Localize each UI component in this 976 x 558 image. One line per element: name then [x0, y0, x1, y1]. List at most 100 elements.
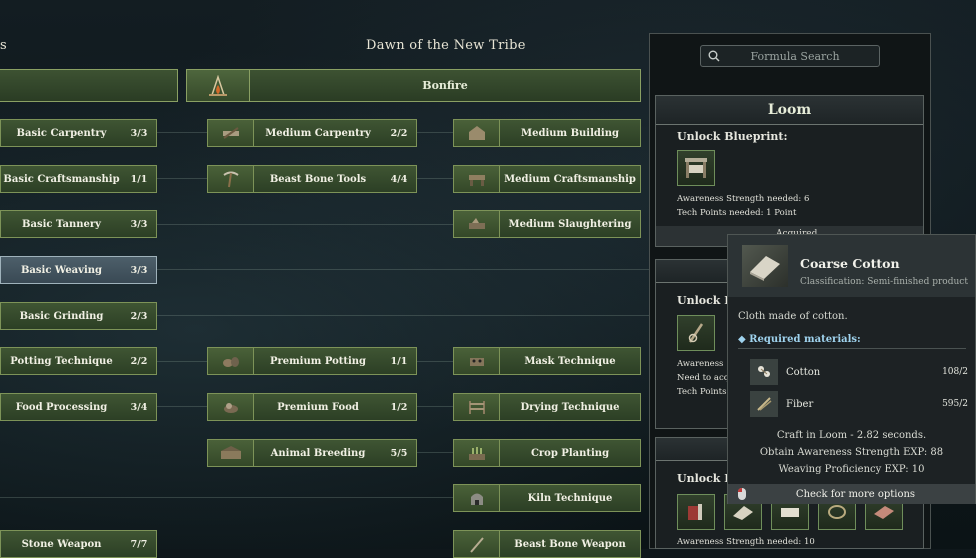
item-tooltip: Coarse Cotton Classification: Semi-finis…: [727, 234, 976, 504]
tech-node-count: 4/4: [390, 173, 408, 185]
loom-icon[interactable]: [677, 150, 715, 186]
tooltip-item-name: Coarse Cotton: [800, 256, 900, 271]
required-materials-label: Required materials:: [749, 334, 861, 345]
era-title-left-fragment: s: [0, 38, 7, 53]
tech-node-label: Premium Food: [277, 401, 359, 413]
tech-node-label: Medium Craftsmanship: [504, 173, 636, 185]
search-placeholder: Formula Search: [750, 49, 840, 63]
spindle-icon[interactable]: [677, 315, 715, 351]
tech-points-required: Tech Points needed: 1 Point: [677, 208, 797, 218]
connector-line: [417, 178, 453, 179]
tech-node-label: Basic Weaving: [20, 264, 103, 276]
cotton-icon: [750, 359, 778, 385]
connector-line: [417, 406, 453, 407]
connector-line: [157, 361, 207, 362]
tech-node-count: 1/2: [390, 401, 408, 413]
tech-node-count: 2/2: [130, 355, 148, 367]
tech-node-count: 1/1: [130, 173, 148, 185]
more-options-label: Check for more options: [795, 488, 916, 500]
tech-node-crop-planting[interactable]: Crop Planting: [453, 439, 641, 467]
tech-node-drying-technique[interactable]: Drying Technique: [453, 393, 641, 421]
connector-line: [157, 269, 649, 270]
era-title: Dawn of the New Tribe: [366, 38, 526, 53]
tech-node-medium-craftsmanship[interactable]: Medium Craftsmanship: [453, 165, 641, 193]
material-quantity: 108/2: [942, 367, 968, 377]
connector-line: [417, 452, 453, 453]
coarse-cotton-icon: [742, 245, 788, 287]
tech-node-label: Basic Grinding: [19, 310, 104, 322]
tooltip-description: Cloth made of cotton.: [738, 311, 848, 322]
building-icon: [454, 120, 500, 146]
tech-node-label: Potting Technique: [10, 355, 113, 367]
awareness-strength-required: Awareness Strength needed: 6: [677, 194, 810, 204]
craft-time: Craft in Loom - 2.82 seconds.: [776, 430, 927, 441]
tech-node-medium-carpentry[interactable]: Medium Carpentry 2/2: [207, 119, 417, 147]
tech-node-animal-breeding[interactable]: Animal Breeding 5/5: [207, 439, 417, 467]
connector-line: [157, 132, 207, 133]
tech-node-stone-weapon[interactable]: Stone Weapon 7/7: [0, 530, 157, 558]
tech-node-count: 2/2: [390, 127, 408, 139]
tech-node-basic-weaving[interactable]: Basic Weaving 3/3: [0, 256, 157, 284]
tech-node-label: Medium Carpentry: [265, 127, 371, 139]
tech-node-count: 7/7: [130, 538, 148, 550]
tech-node-count: 3/4: [130, 401, 148, 413]
connector-line: [157, 315, 649, 316]
material-name: Fiber: [786, 398, 814, 410]
material-quantity: 595/2: [942, 399, 968, 409]
tech-node-premium-potting[interactable]: Premium Potting 1/1: [207, 347, 417, 375]
bonfire-label: Bonfire: [422, 79, 468, 92]
tech-node-medium-building[interactable]: Medium Building: [453, 119, 641, 147]
tech-node-basic-craftsmanship[interactable]: Basic Craftsmanship 1/1: [0, 165, 157, 193]
tech-node-label: Mask Technique: [524, 355, 616, 367]
unlock-blueprint-label: Unlock Blueprint:: [677, 130, 788, 143]
connector-line: [417, 361, 453, 362]
tech-node-premium-food[interactable]: Premium Food 1/2: [207, 393, 417, 421]
tech-node-label: Beast Bone Weapon: [514, 538, 626, 550]
awareness-exp: Obtain Awareness Strength EXP: 88: [759, 447, 944, 458]
material-row-cotton: Cotton 108/2: [750, 358, 968, 386]
tech-node-basic-grinding[interactable]: Basic Grinding 2/3: [0, 302, 157, 330]
connector-line: [157, 178, 207, 179]
connector-line: [0, 497, 453, 498]
tech-node-label: Basic Carpentry: [16, 127, 107, 139]
era-header-bar-left: [0, 69, 178, 102]
item-thumbnail[interactable]: [677, 494, 715, 530]
food-icon: [208, 394, 254, 420]
rack-icon: [454, 394, 500, 420]
formula-search-input[interactable]: Formula Search: [700, 45, 880, 67]
card2-line-1: Awareness: [677, 359, 724, 369]
mouse-icon: [728, 487, 756, 501]
saw-icon: [208, 120, 254, 146]
card2-line-3: Tech Points: [677, 387, 727, 397]
tech-node-mask-technique[interactable]: Mask Technique: [453, 347, 641, 375]
bonfire-node[interactable]: Bonfire: [186, 69, 641, 102]
tech-node-count: 3/3: [130, 127, 148, 139]
connector-line: [417, 132, 453, 133]
tech-node-count: 1/1: [390, 355, 408, 367]
tech-node-label: Stone Weapon: [21, 538, 102, 550]
tech-node-count: 3/3: [130, 218, 148, 230]
tech-node-label: Basic Craftsmanship: [3, 173, 120, 185]
tech-node-medium-slaughtering[interactable]: Medium Slaughtering: [453, 210, 641, 238]
pottery-icon: [208, 348, 254, 374]
more-options-hint[interactable]: Check for more options: [728, 484, 975, 504]
tech-node-label: Crop Planting: [530, 447, 610, 459]
tooltip-classification: Classification: Semi-finished product: [800, 277, 968, 287]
tech-node-label: Beast Bone Tools: [269, 173, 367, 185]
tech-node-label: Medium Slaughtering: [508, 218, 632, 230]
tech-node-kiln-technique[interactable]: Kiln Technique: [453, 484, 641, 512]
tech-node-basic-tannery[interactable]: Basic Tannery 3/3: [0, 210, 157, 238]
spear-icon: [454, 531, 500, 557]
tech-node-count: 2/3: [130, 310, 148, 322]
crop-icon: [454, 440, 500, 466]
card2-line-2: Need to acqu: [677, 373, 735, 383]
tech-node-beast-bone-weapon[interactable]: Beast Bone Weapon: [453, 530, 641, 558]
blueprint-card-loom[interactable]: Loom Unlock Blueprint: Awareness Strengt…: [655, 95, 924, 247]
tech-node-beast-bone-tools[interactable]: Beast Bone Tools 4/4: [207, 165, 417, 193]
tech-node-basic-carpentry[interactable]: Basic Carpentry 3/3: [0, 119, 157, 147]
tech-node-potting-technique[interactable]: Potting Technique 2/2: [0, 347, 157, 375]
connector-line: [157, 224, 453, 225]
material-row-fiber: Fiber 595/2: [750, 390, 968, 418]
tech-node-food-processing[interactable]: Food Processing 3/4: [0, 393, 157, 421]
tech-node-count: 3/3: [130, 264, 148, 276]
